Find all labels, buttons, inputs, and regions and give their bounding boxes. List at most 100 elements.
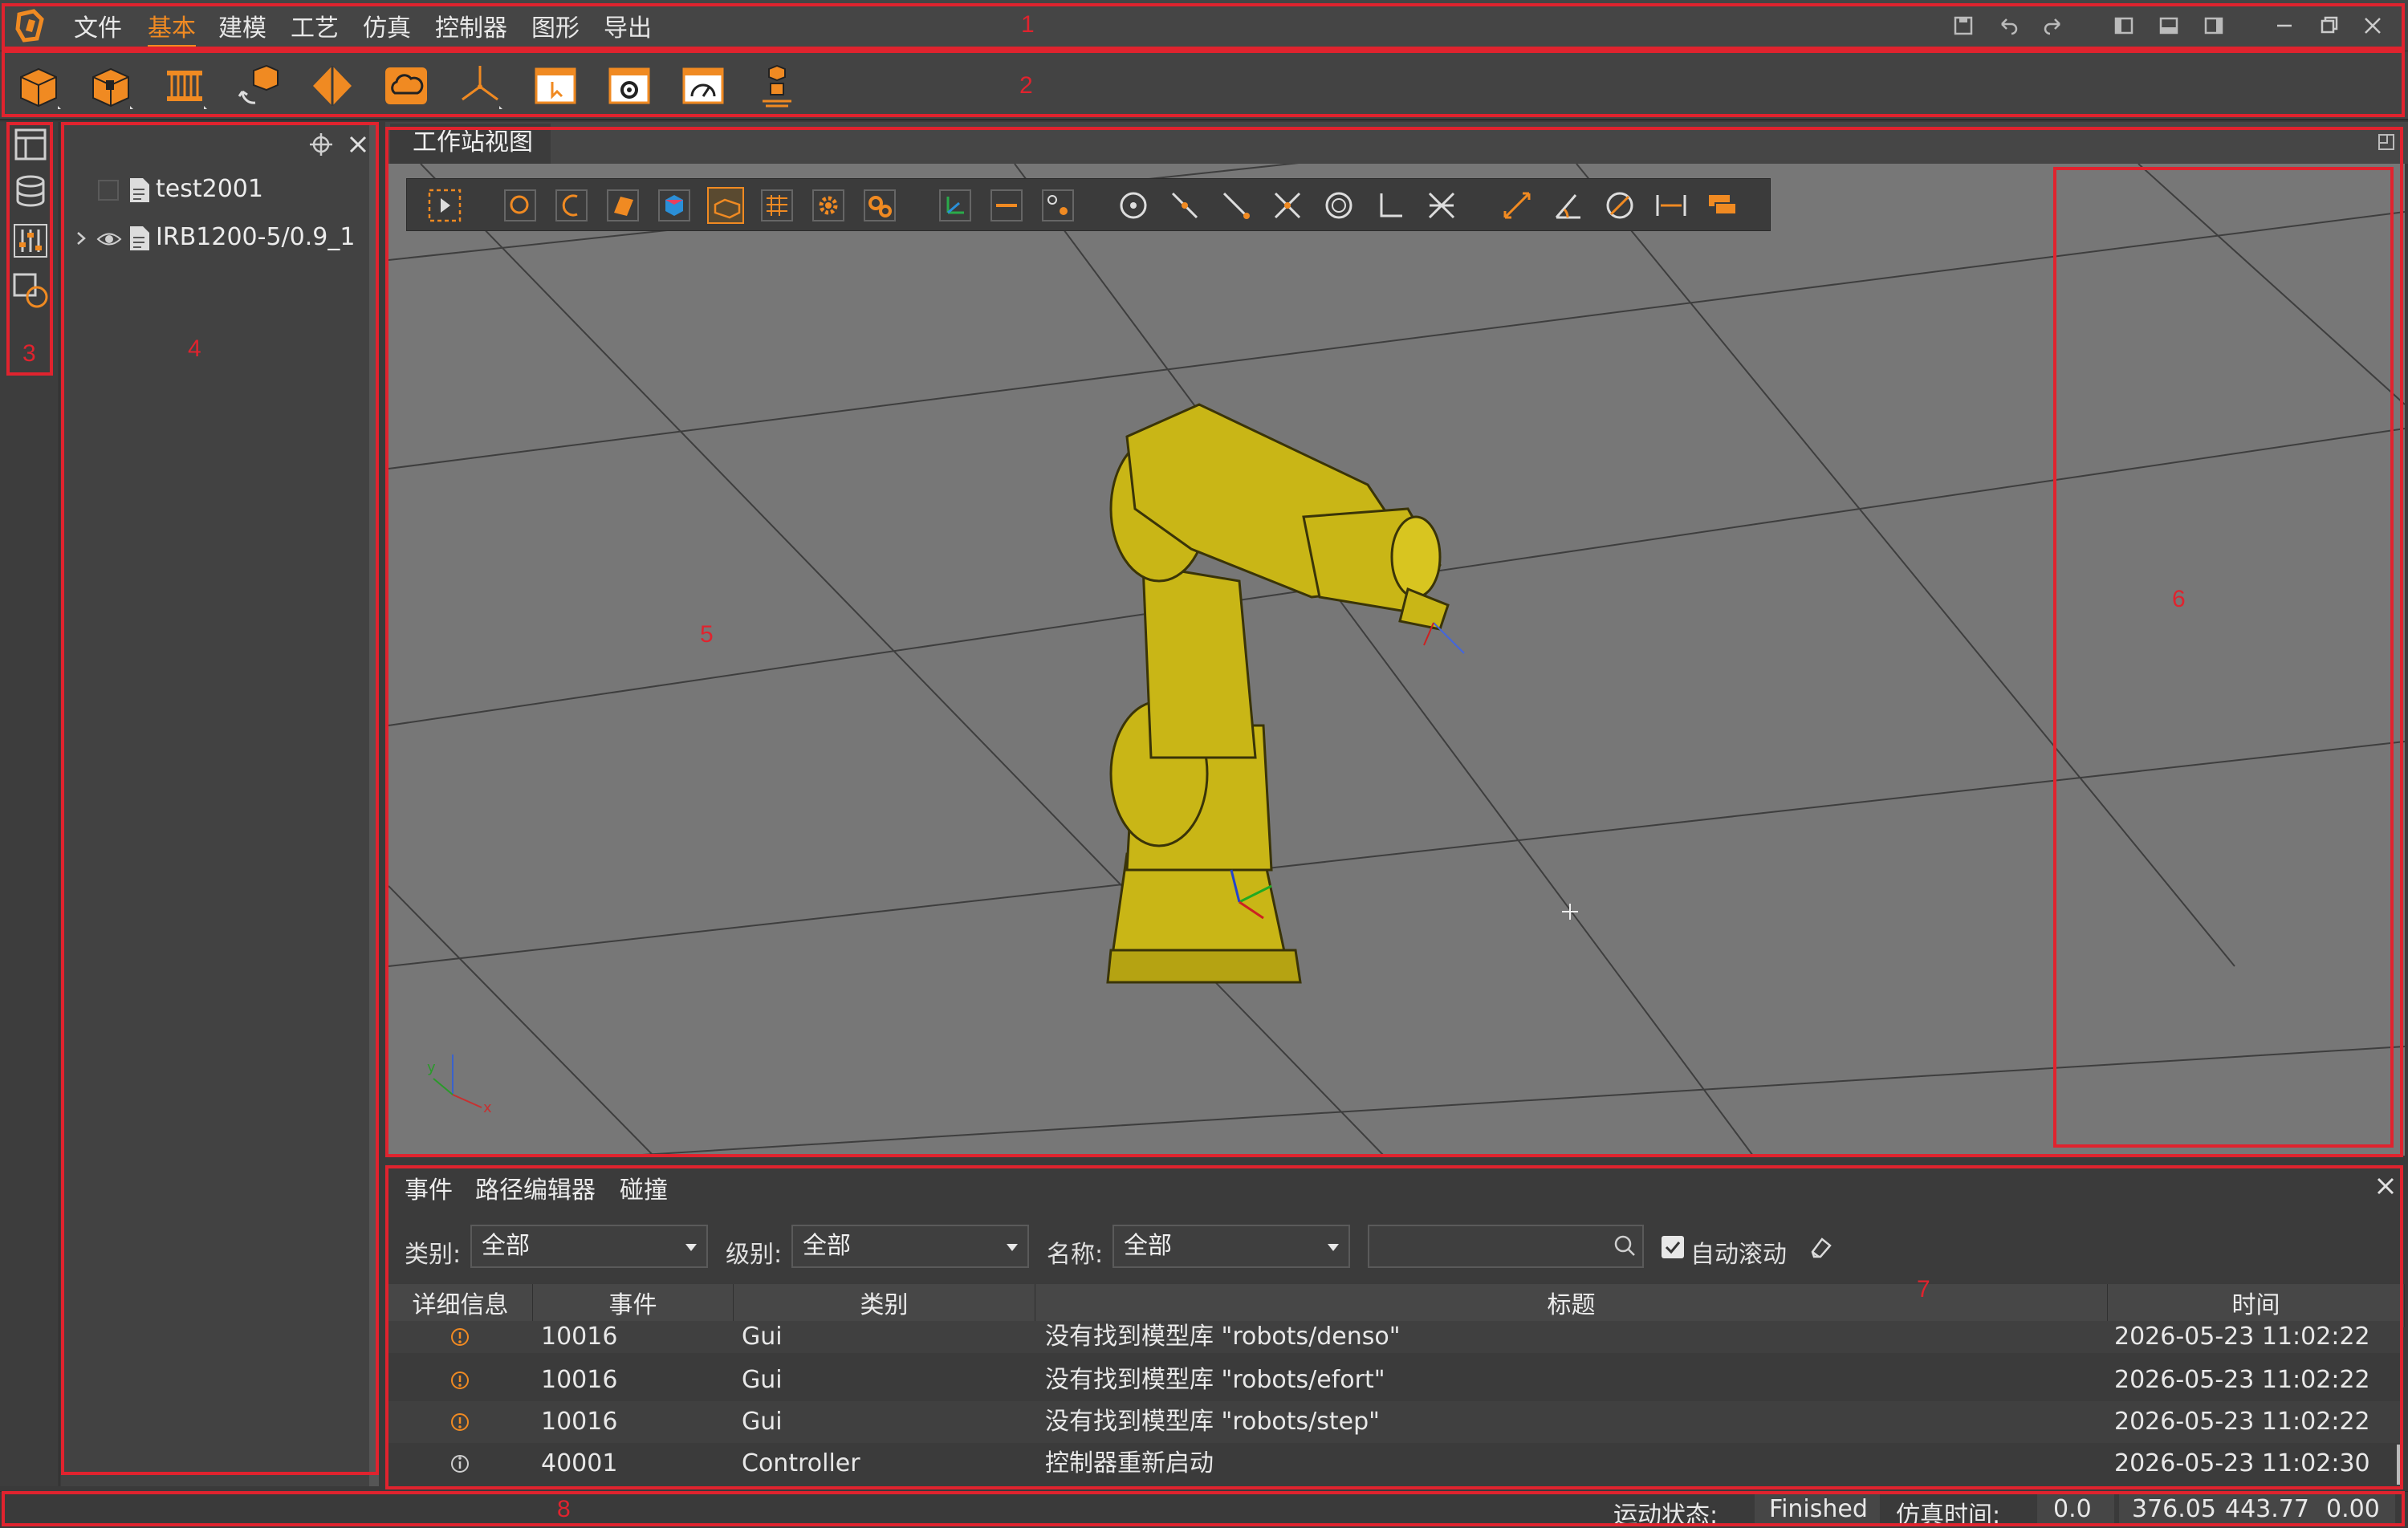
level-select[interactable]: 全部	[791, 1225, 1029, 1268]
menu-process[interactable]: 工艺	[291, 8, 339, 43]
eraser-icon[interactable]	[1806, 1233, 1835, 1262]
menu-simulation[interactable]: 仿真	[363, 8, 411, 43]
eye-icon[interactable]	[96, 228, 122, 249]
diamond-icon[interactable]	[305, 59, 360, 112]
viewport-toolbar	[406, 178, 1771, 231]
menu-controller[interactable]: 控制器	[435, 8, 507, 43]
float-icon[interactable]	[2374, 130, 2398, 154]
frame-icon[interactable]	[937, 187, 974, 224]
autoscroll-label[interactable]: 自动滚动	[1690, 1234, 1787, 1270]
gear-icon[interactable]	[810, 187, 847, 224]
menu-export[interactable]: 导出	[604, 8, 652, 43]
gauge-icon[interactable]	[676, 59, 730, 112]
snap-grid-icon[interactable]	[1423, 187, 1460, 224]
row-time: 2026-05-23 11:02:22	[2114, 1366, 2370, 1394]
statusbar: 运动状态: Finished 仿真时间: 0.0 376.05 443.77 0…	[0, 1491, 2408, 1528]
coord-z: 0.00	[2326, 1495, 2380, 1523]
search-input[interactable]	[1368, 1225, 1644, 1268]
select-part-icon[interactable]	[502, 187, 539, 224]
layers-icon[interactable]	[1704, 187, 1741, 224]
sliders-icon[interactable]	[11, 221, 50, 260]
table-row[interactable]: 10016 Gui 没有找到模型库 "robots/denso" 2026-05…	[388, 1321, 2400, 1353]
cloud-icon[interactable]	[379, 59, 433, 112]
select-curve-icon[interactable]	[553, 187, 590, 224]
snap-intersect-icon[interactable]	[1269, 187, 1306, 224]
snap-edge-icon[interactable]	[1166, 187, 1203, 224]
menu-basic[interactable]: 基本	[148, 8, 196, 47]
window-cursor-icon[interactable]	[528, 59, 583, 112]
line-icon[interactable]	[988, 187, 1025, 224]
panel-close-icon[interactable]	[344, 130, 372, 159]
minimize-icon[interactable]	[2268, 10, 2300, 42]
row-event: 10016	[541, 1366, 618, 1394]
visibility-checkbox[interactable]	[98, 180, 119, 201]
select-body-icon[interactable]	[656, 187, 693, 224]
select-group-icon[interactable]	[759, 187, 795, 224]
measure-min-distance-icon[interactable]	[1653, 187, 1690, 224]
axis-frame-icon[interactable]	[453, 59, 507, 112]
chevron-right-icon[interactable]	[72, 226, 90, 250]
measure-angle-icon[interactable]	[1550, 187, 1587, 224]
robot-arm-model[interactable]	[1063, 388, 1528, 998]
table-row[interactable]: 10016 Gui 没有找到模型库 "robots/step" 2026-05-…	[388, 1401, 2400, 1443]
measure-diameter-icon[interactable]	[1601, 187, 1638, 224]
app-logo-icon[interactable]	[13, 8, 48, 43]
window-gear-icon[interactable]	[602, 59, 657, 112]
layout-right-icon[interactable]	[2198, 10, 2230, 42]
table-row[interactable]: 40001 Controller 控制器重新启动 2026-05-23 11:0…	[388, 1443, 2400, 1485]
events-close-icon[interactable]	[2371, 1172, 2400, 1201]
shape-icon[interactable]	[11, 271, 50, 310]
tree-scrollbar[interactable]	[369, 122, 379, 1486]
restore-icon[interactable]	[2313, 10, 2345, 42]
menu-graphics[interactable]: 图形	[531, 8, 580, 43]
autoscroll-checkbox[interactable]	[1662, 1236, 1684, 1258]
name-value: 全部	[1124, 1232, 1172, 1260]
category-select[interactable]: 全部	[470, 1225, 708, 1268]
table-row[interactable]: 10016 Gui 没有找到模型库 "robots/efort" 2026-05…	[388, 1359, 2400, 1401]
undo-icon[interactable]	[1992, 10, 2024, 42]
redo-icon[interactable]	[2037, 10, 2069, 42]
layout-left-icon[interactable]	[2108, 10, 2140, 42]
layout-bottom-icon[interactable]	[2153, 10, 2185, 42]
snap-end-icon[interactable]	[1218, 187, 1255, 224]
row-category: Controller	[742, 1449, 860, 1477]
rack-icon[interactable]	[157, 59, 212, 112]
search-icon[interactable]	[1605, 1226, 1645, 1266]
name-select[interactable]: 全部	[1112, 1225, 1350, 1268]
rotate-cube-icon[interactable]	[231, 59, 286, 112]
pin-icon[interactable]	[307, 130, 336, 159]
snap-circle-icon[interactable]	[1320, 187, 1357, 224]
tab-station-view[interactable]: 工作站视图	[390, 124, 551, 164]
tree-item-robot[interactable]: IRB1200-5/0.9_1	[61, 217, 366, 262]
tab-collision[interactable]: 碰撞	[620, 1170, 668, 1205]
save-icon[interactable]	[1947, 10, 1979, 42]
select-component-icon[interactable]	[707, 187, 744, 224]
gears-icon[interactable]	[861, 187, 898, 224]
select-box-icon[interactable]	[426, 187, 463, 224]
menubar: 文件 基本 建模 工艺 仿真 控制器 图形 导出	[0, 0, 2408, 51]
tree-item-station[interactable]: test2001	[61, 169, 366, 213]
tree-item-label: IRB1200-5/0.9_1	[156, 223, 356, 251]
axis-x-label: x	[483, 1099, 492, 1116]
close-icon[interactable]	[2357, 10, 2389, 42]
tab-events[interactable]: 事件	[405, 1170, 453, 1205]
layout-icon[interactable]	[11, 125, 50, 164]
robot-stack-icon[interactable]	[750, 59, 804, 112]
menu-file[interactable]: 文件	[74, 8, 122, 43]
points-icon[interactable]	[1039, 187, 1076, 224]
box-model-icon[interactable]	[11, 59, 66, 112]
snap-center-icon[interactable]	[1115, 187, 1152, 224]
robot-file-icon	[127, 225, 151, 252]
snap-angle-icon[interactable]	[1372, 187, 1409, 224]
database-icon[interactable]	[11, 172, 50, 210]
measure-distance-icon[interactable]	[1499, 187, 1536, 224]
select-surface-icon[interactable]	[604, 187, 641, 224]
tab-path-editor[interactable]: 路径编辑器	[475, 1170, 596, 1205]
3d-viewport[interactable]: y x	[388, 164, 2405, 1156]
box-lock-icon[interactable]	[83, 59, 138, 112]
events-scrollbar[interactable]	[2397, 1445, 2403, 1485]
menu-modeling[interactable]: 建模	[218, 8, 266, 43]
row-time: 2026-05-23 11:02:22	[2114, 1323, 2370, 1351]
row-time: 2026-05-23 11:02:22	[2114, 1408, 2370, 1436]
viewport-titlebar	[385, 122, 2408, 164]
